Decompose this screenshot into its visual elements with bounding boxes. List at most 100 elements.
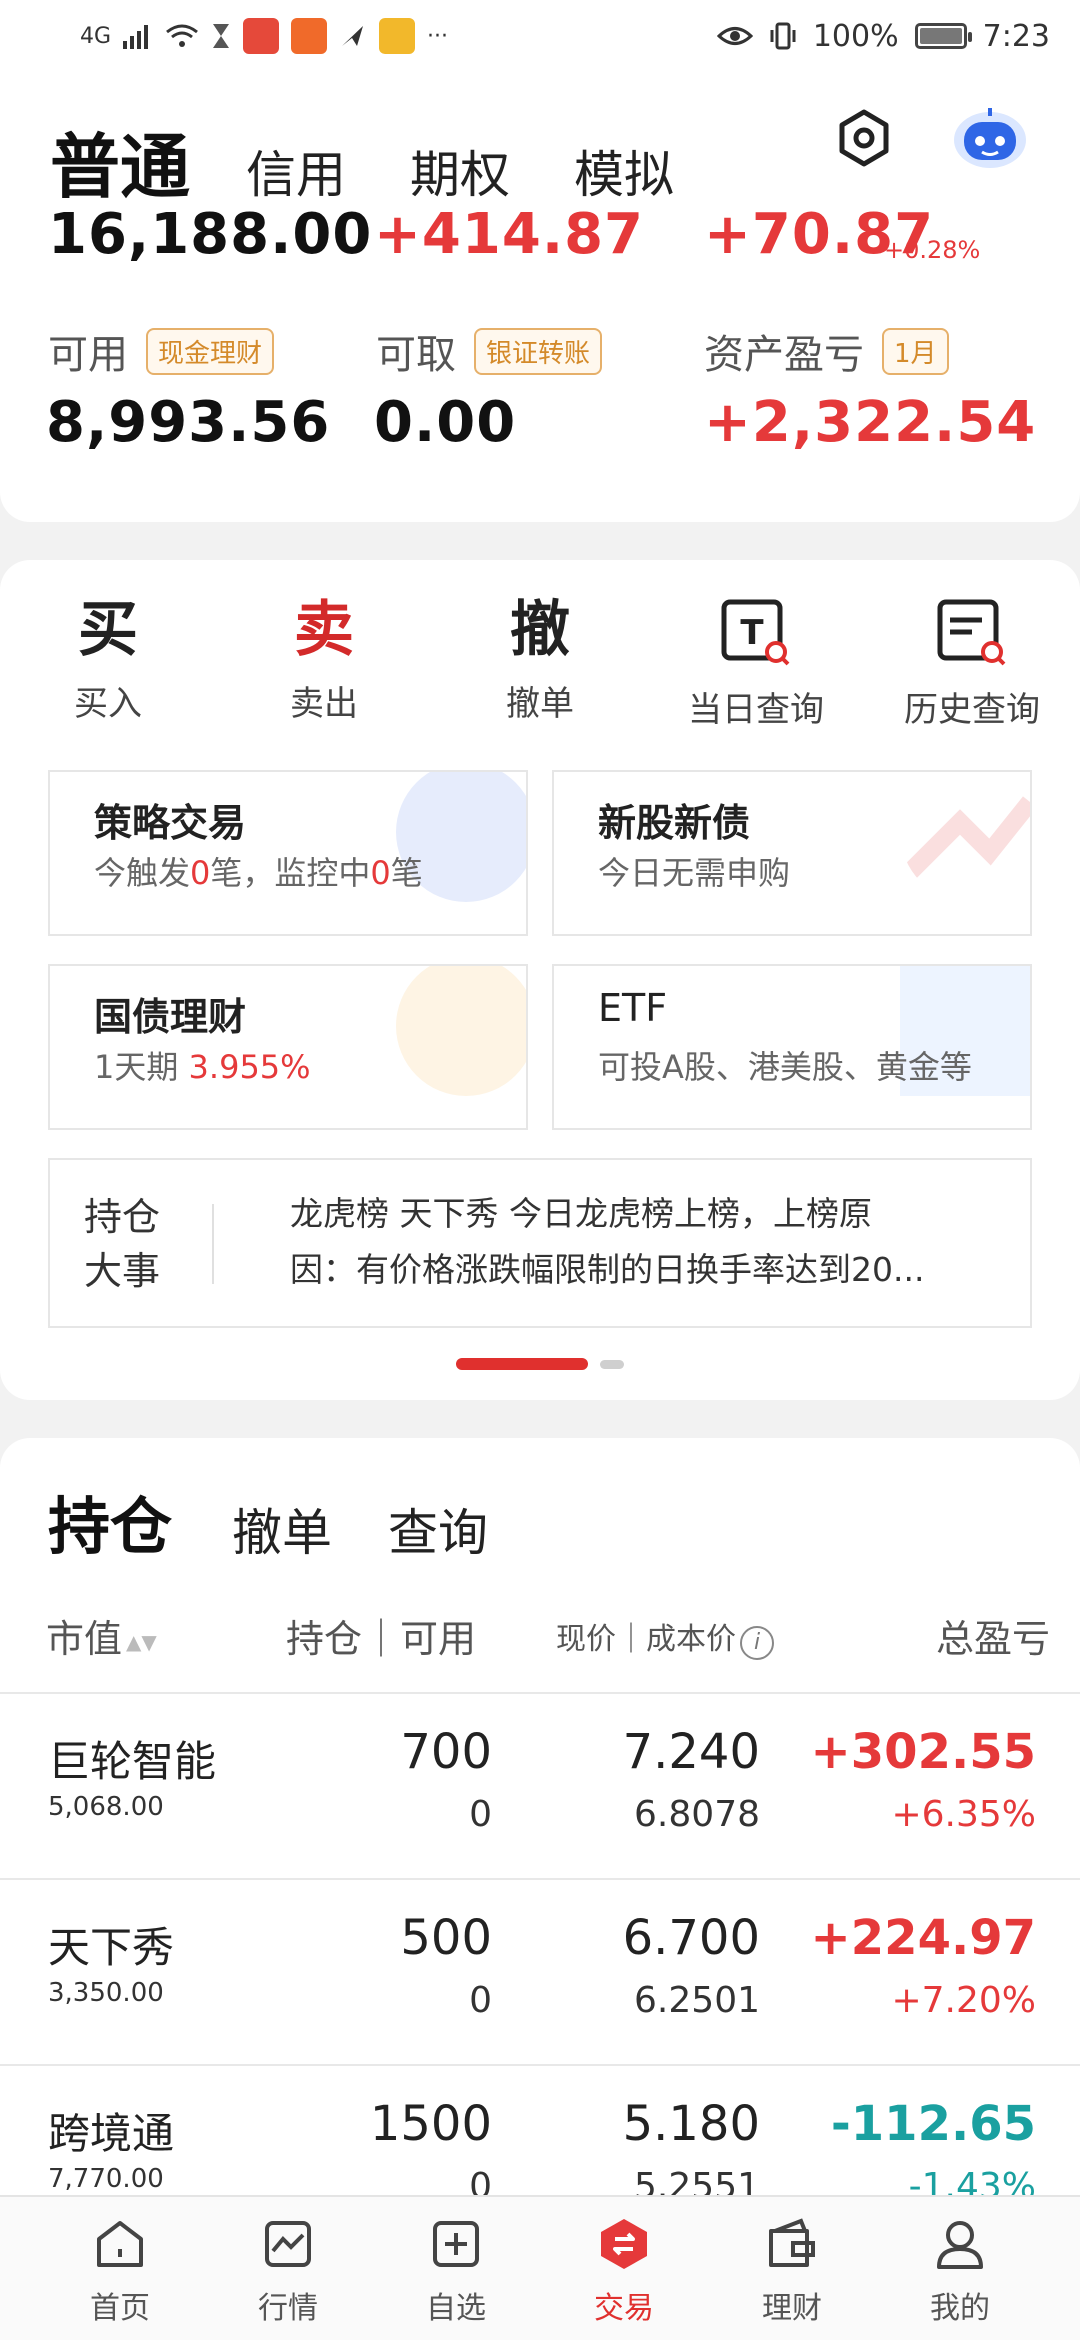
more-notifications: ··· xyxy=(427,23,449,49)
ipo-title: 新股新债 xyxy=(598,801,751,845)
tab-normal[interactable]: 普通 xyxy=(50,132,190,202)
withdrawable-group: 可取 银证转账 xyxy=(376,322,603,380)
buy-button[interactable]: 买 买入 xyxy=(0,590,216,724)
withdrawable-label: 可取 xyxy=(376,332,456,378)
total-pl: +224.97 xyxy=(810,1910,1036,1966)
history-query-label: 历史查询 xyxy=(904,690,1040,730)
carousel-dot[interactable] xyxy=(600,1360,624,1369)
strategy-desc: 今触发0笔，监控中0笔 xyxy=(94,854,423,892)
sell-label: 卖出 xyxy=(290,684,358,724)
today-pl: +414.87 xyxy=(374,202,645,267)
header-price: 现价｜成本价 i xyxy=(556,1614,774,1660)
tab-query[interactable]: 查询 xyxy=(388,1508,488,1558)
nav-trade[interactable]: 交易 xyxy=(534,2215,714,2327)
weibo-app-icon xyxy=(379,18,416,54)
ipo-card[interactable]: 新股新债 今日无需申购 xyxy=(552,770,1032,936)
battery-icon xyxy=(914,23,972,49)
asset-pl-value: +2,322.54 xyxy=(704,390,1037,455)
positions-tabs: 持仓 撤单 查询 xyxy=(48,1488,544,1559)
eye-icon xyxy=(716,27,753,45)
treasury-deco-icon xyxy=(396,966,526,1096)
nav-profile-label: 我的 xyxy=(930,2291,990,2326)
tab-credit[interactable]: 信用 xyxy=(246,150,346,202)
today-query-button[interactable]: T 当日查询 xyxy=(648,590,864,730)
asset-values: 16,188.00 +414.87 +70.87 +0.28% xyxy=(48,202,1048,272)
nav-watchlist[interactable]: 自选 xyxy=(366,2215,546,2327)
tab-cancel-orders[interactable]: 撤单 xyxy=(232,1508,332,1558)
account-card: 普通 信用 期权 模拟 16,188.00 +414.87 +70.87 +0.… xyxy=(0,72,1080,522)
wallet-icon xyxy=(769,2218,815,2267)
position-row[interactable]: 天下秀 3,350.00 500 0 6.700 6.2501 +224.97 … xyxy=(0,1880,1080,2062)
ipo-deco-icon xyxy=(903,796,1030,879)
cancel-order-button[interactable]: 撤 撤单 xyxy=(432,590,648,724)
position-row[interactable]: 巨轮智能 5,068.00 700 0 7.240 6.8078 +302.55… xyxy=(0,1694,1080,1876)
info-icon[interactable]: i xyxy=(740,1626,774,1660)
position-pl-pct: +0.28% xyxy=(884,236,981,264)
positions-table-header: 市值▲▼ 持仓｜可用 现价｜成本价i 总盈亏▼ xyxy=(0,1608,1080,1668)
status-left: 4G ··· xyxy=(80,14,448,58)
header-total-pl[interactable]: 总盈亏▼ xyxy=(936,1608,1050,1663)
stock-name: 天下秀 xyxy=(48,1923,175,1972)
holding-qty: 500 xyxy=(400,1910,492,1966)
available-value: 8,993.56 xyxy=(46,390,331,455)
trade-icon xyxy=(601,2219,647,2269)
header-market-value[interactable]: 市值 ▲▼ xyxy=(46,1608,157,1663)
strategy-trading-card[interactable]: 策略交易 今触发0笔，监控中0笔 xyxy=(48,770,528,936)
header-holding: 持仓｜可用 xyxy=(286,1617,477,1661)
clock: 7:23 xyxy=(982,18,1050,54)
battery-percent: 100% xyxy=(812,18,899,54)
stock-name: 跨境通 xyxy=(48,2109,175,2158)
cost-price: 5.2551 xyxy=(634,2166,760,2198)
wifi-icon xyxy=(166,24,198,47)
account-tabs: 普通 信用 期权 模拟 xyxy=(50,112,738,202)
add-watch-icon xyxy=(433,2221,479,2267)
history-query-button[interactable]: 历史查询 xyxy=(864,590,1080,730)
withdrawable-value: 0.00 xyxy=(374,390,517,455)
nav-market[interactable]: 行情 xyxy=(198,2215,378,2327)
available-label: 可用 xyxy=(48,332,128,378)
settings-icon[interactable] xyxy=(832,106,896,170)
carousel-dot-active xyxy=(456,1358,588,1370)
sell-button[interactable]: 卖 卖出 xyxy=(216,590,432,724)
buy-label: 买入 xyxy=(74,684,142,724)
tab-options[interactable]: 期权 xyxy=(410,150,510,202)
etf-card[interactable]: ETF 可投A股、港美股、黄金等 xyxy=(552,964,1032,1130)
positions-card: 持仓 撤单 查询 市值▲▼ 持仓｜可用 现价｜成本价i 总盈亏▼ 巨轮智能 5,… xyxy=(0,1438,1080,2198)
total-assets: 16,188.00 xyxy=(48,202,373,267)
period-tag[interactable]: 1月 xyxy=(882,327,949,375)
etf-title: ETF xyxy=(598,986,668,1030)
today-query-label: 当日查询 xyxy=(688,690,824,730)
treasury-desc: 1天期 3.955% xyxy=(94,1048,311,1086)
holding-news-card[interactable]: 持仓 大事 龙虎榜 天下秀 今日龙虎榜上榜，上榜原 因：有价格涨跌幅限制的日换手率达… xyxy=(48,1158,1032,1328)
nav-profile[interactable]: 我的 xyxy=(870,2215,1050,2327)
home-icon xyxy=(97,2221,143,2267)
nav-finance-label: 理财 xyxy=(762,2291,822,2326)
chart-icon xyxy=(265,2221,311,2267)
holding-qty: 700 xyxy=(400,1724,492,1780)
total-pl-pct: -1.43% xyxy=(908,2166,1036,2198)
current-price: 5.180 xyxy=(622,2096,760,2152)
nav-home[interactable]: 首页 xyxy=(30,2215,210,2327)
tab-simulation[interactable]: 模拟 xyxy=(574,150,674,202)
bottom-nav: 首页 行情 自选 交易 理财 我的 xyxy=(0,2195,1080,2340)
holding-qty: 1500 xyxy=(369,2096,492,2152)
strategy-title: 策略交易 xyxy=(94,801,247,845)
treasury-card[interactable]: 国债理财 1天期 3.955% xyxy=(48,964,528,1130)
profile-icon xyxy=(937,2221,983,2269)
total-pl: -112.65 xyxy=(830,2096,1036,2152)
hourglass-icon xyxy=(213,24,230,48)
buy-icon: 买 xyxy=(78,595,138,665)
tab-holdings[interactable]: 持仓 xyxy=(48,1496,172,1558)
cash-management-tag[interactable]: 现金理财 xyxy=(146,327,275,375)
nav-finance[interactable]: 理财 xyxy=(702,2215,882,2327)
current-price: 6.700 xyxy=(622,1910,760,1966)
news-separator xyxy=(212,1204,214,1284)
position-row[interactable]: 跨境通 7,770.00 1500 0 5.180 5.2551 -112.65… xyxy=(0,2066,1080,2198)
total-pl-pct: +7.20% xyxy=(891,1980,1036,2021)
send-icon xyxy=(342,26,364,46)
bank-transfer-tag[interactable]: 银证转账 xyxy=(474,327,603,375)
assistant-robot-icon[interactable] xyxy=(950,102,1030,172)
stock-name: 巨轮智能 xyxy=(48,1737,217,1786)
total-pl: +302.55 xyxy=(810,1724,1036,1780)
vibrate-icon xyxy=(770,22,796,50)
